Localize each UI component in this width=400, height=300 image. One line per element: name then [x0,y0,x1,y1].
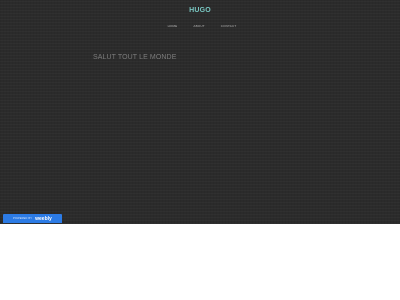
badge-prefix-label: POWERED BY [13,217,33,220]
blank-area [0,224,400,300]
powered-by-weebly-badge[interactable]: POWERED BY weebly [3,214,62,223]
nav-item-home[interactable]: HOME [166,23,180,29]
site-page: HUGO HOME ABOUT CONTACT SALUT TOUT LE MO… [0,0,400,224]
page-heading: SALUT TOUT LE MONDE [93,54,177,61]
nav-item-about[interactable]: ABOUT [191,23,206,29]
main-navigation: HOME ABOUT CONTACT [0,23,400,29]
weebly-logo: weebly [35,215,52,222]
nav-item-contact[interactable]: CONTACT [219,23,239,29]
site-title[interactable]: HUGO [0,7,400,14]
